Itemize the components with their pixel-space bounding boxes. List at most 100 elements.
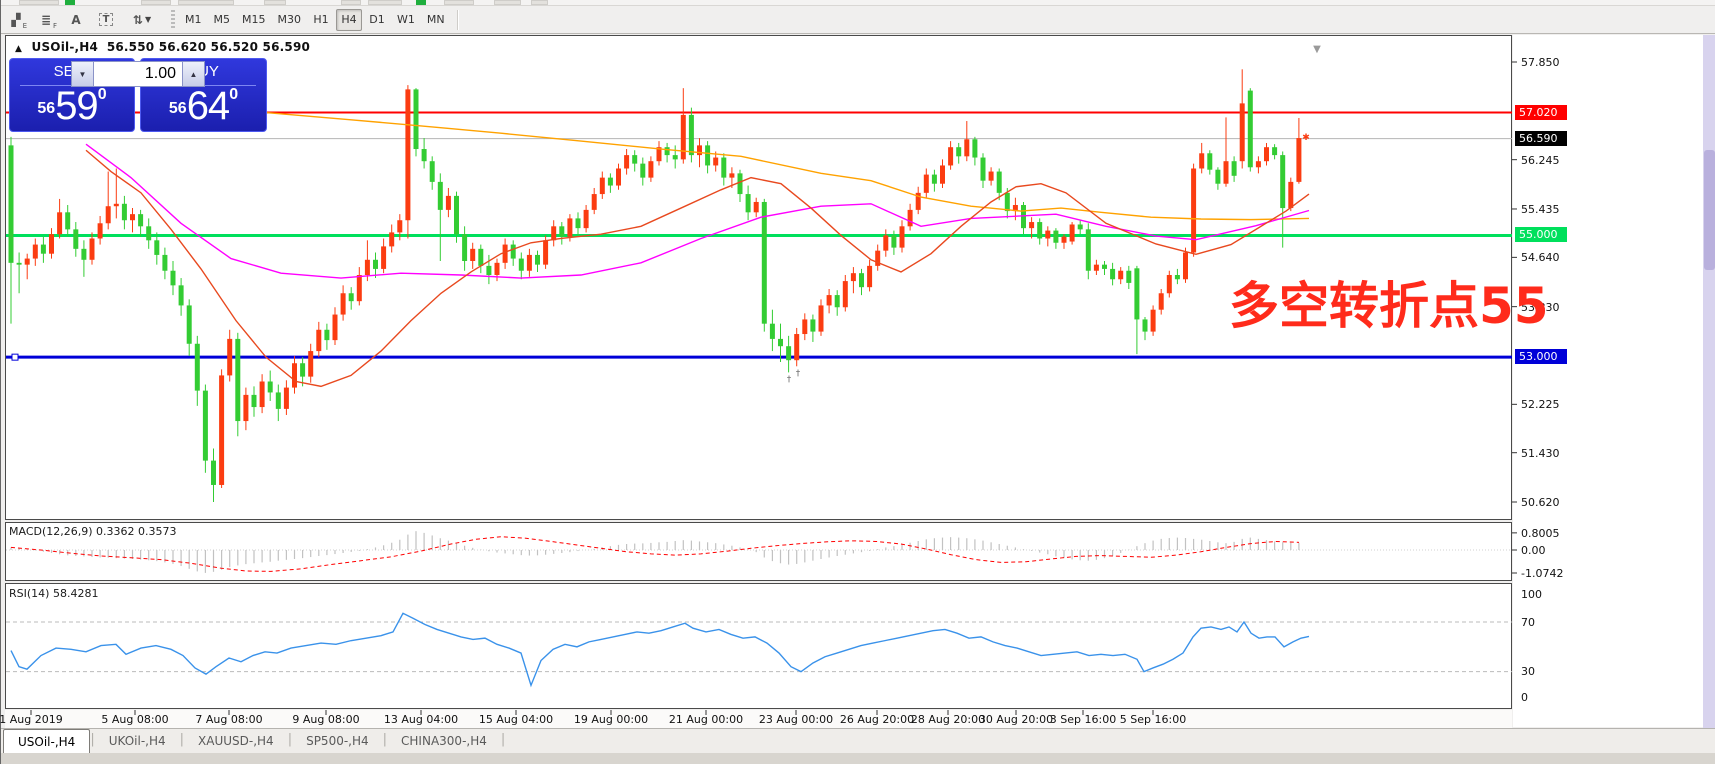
toolbar-sliver-green-icon: [65, 0, 75, 5]
rsi-panel[interactable]: [5, 583, 1512, 709]
scrollbar[interactable]: [1703, 35, 1715, 728]
rsi-label: RSI(14) 58.4281: [9, 587, 98, 600]
time-tick-label: 15 Aug 04:00: [479, 713, 553, 726]
volume-increase-button[interactable]: ▲: [182, 61, 205, 87]
toolbar-sliver-green-icon: [416, 0, 426, 5]
time-tick-label: 26 Aug 20:00: [840, 713, 914, 726]
axis-tick-label: 0: [1521, 691, 1528, 704]
axis-tick-label: -1.0742: [1521, 567, 1563, 580]
scrollbar-thumb[interactable]: [1704, 150, 1715, 270]
toolbar-sliver: [494, 0, 521, 5]
rsi-value: 58.4281: [53, 587, 99, 600]
toolbar-grip[interactable]: [171, 10, 175, 30]
axis-tick-label: 56.245: [1521, 154, 1560, 167]
axis-tick-label: 70: [1521, 616, 1535, 629]
timeframe-button-m15[interactable]: M15: [237, 9, 271, 31]
mt4-window: { "toolbar": { "timeframes": ["M1","M5",…: [0, 0, 1715, 764]
equidistant-channel-icon: ▞: [11, 13, 20, 27]
toolbar-sliver: [141, 0, 171, 5]
timeframe-button-w1[interactable]: W1: [392, 9, 420, 31]
one-click-trade-panel: SELL 56590 BUY 56640 ▼ ▲: [9, 58, 267, 132]
text-label-icon: T: [99, 13, 114, 26]
quote-open: 56.550: [107, 40, 155, 54]
axis-tick-label: 50.620: [1521, 496, 1560, 509]
price-badge: 53.000: [1515, 349, 1567, 364]
axis-tick-label: 57.850: [1521, 56, 1560, 69]
axis-tick-label: 55.435: [1521, 203, 1560, 216]
toolbar: ▞ E ≣ F A T ⇅ ▼ M1M5M15M30H1H4D1W1MN: [1, 6, 1715, 34]
equidistant-channel-tool-button[interactable]: ▞ E: [3, 9, 29, 31]
quote-low: 56.520: [211, 40, 259, 54]
macd-panel[interactable]: [5, 522, 1512, 581]
toolbar-separator: [457, 10, 459, 30]
axis-tick-label: 0.00: [1521, 544, 1546, 557]
time-tick-label: 5 Sep 16:00: [1120, 713, 1186, 726]
tab-usoil[interactable]: USOil-,H4: [3, 729, 90, 753]
time-tick-label: 28 Aug 20:00: [911, 713, 985, 726]
price-badge: 55.000: [1515, 227, 1567, 242]
volume-input[interactable]: [94, 61, 182, 87]
timeframe-button-h1[interactable]: H1: [308, 9, 334, 31]
toolbar-sliver: [341, 0, 361, 5]
time-tick-label: 30 Aug 20:00: [979, 713, 1053, 726]
chevron-down-icon: ▼: [79, 70, 87, 79]
time-tick-label: 9 Aug 08:00: [292, 713, 359, 726]
tab-china300[interactable]: CHINA300-,H4: [387, 729, 501, 753]
price-badge: 56.590: [1515, 131, 1567, 146]
axis-tick-label: 51.430: [1521, 447, 1560, 460]
tab-xauusd[interactable]: XAUUSD-,H4: [184, 729, 288, 753]
axis-tick-label: 54.640: [1521, 251, 1560, 264]
axis-tick-label: 100: [1521, 588, 1542, 601]
macd-main-value: 0.3362: [96, 525, 135, 538]
text-icon: A: [71, 13, 80, 27]
timeframe-button-m30[interactable]: M30: [273, 9, 307, 31]
axis-tick-label: 0.8005: [1521, 527, 1560, 540]
timeframe-button-d1[interactable]: D1: [364, 9, 390, 31]
arrange-tool-button[interactable]: ⇅ ▼: [123, 9, 161, 31]
symbol-name: USOil-,H4: [32, 40, 99, 54]
time-tick-label: 23 Aug 00:00: [759, 713, 833, 726]
quote-high: 56.620: [159, 40, 207, 54]
chart-annotation-text: 多空转折点55: [1229, 266, 1549, 338]
macd-signal-value: 0.3573: [138, 525, 177, 538]
time-tick-label: 7 Aug 08:00: [195, 713, 262, 726]
toolbar-sliver: [178, 0, 234, 5]
quote-header: ▲ USOil-,H4 56.550 56.620 56.520 56.590: [15, 40, 310, 54]
fibonacci-icon: ≣: [41, 13, 51, 27]
arrange-icon: ⇅: [133, 13, 143, 27]
fibonacci-tool-button[interactable]: ≣ F: [33, 9, 59, 31]
tab-ukoil[interactable]: UKOil-,H4: [95, 729, 180, 753]
time-tick-label: 3 Sep 16:00: [1050, 713, 1116, 726]
chevron-down-icon: ▼: [145, 15, 151, 24]
text-label-tool-button[interactable]: T: [93, 9, 119, 31]
macd-label: MACD(12,26,9) 0.3362 0.3573: [9, 525, 177, 538]
toolbar-sliver: [444, 0, 474, 5]
timeframe-button-mn[interactable]: MN: [422, 9, 450, 31]
timeframe-button-h4[interactable]: H4: [336, 9, 362, 31]
buy-price: 56640: [141, 84, 266, 129]
chevron-up-icon: ▲: [190, 70, 198, 79]
timeframe-group: M1M5M15M30H1H4D1W1MN: [179, 9, 451, 31]
time-tick-label: 21 Aug 00:00: [669, 713, 743, 726]
status-strip: [1, 753, 1715, 764]
time-tick-label: 5 Aug 08:00: [101, 713, 168, 726]
price-badge: 57.020: [1515, 105, 1567, 120]
chart-tabs-bar: USOil-,H4 | UKOil-,H4 | XAUUSD-,H4 | SP5…: [1, 728, 1715, 753]
timeframe-button-m1[interactable]: M1: [180, 9, 207, 31]
text-tool-button[interactable]: A: [63, 9, 89, 31]
axis-tick-label: 52.225: [1521, 398, 1560, 411]
sell-price: 56590: [10, 84, 134, 129]
quote-close: 56.590: [263, 40, 311, 54]
symbol-direction-icon: ▲: [15, 44, 22, 54]
toolbar-sliver: [531, 0, 548, 5]
tab-sp500[interactable]: SP500-,H4: [292, 729, 383, 753]
volume-stepper: ▼ ▲: [71, 61, 205, 87]
toolbar-sliver: [19, 0, 59, 5]
timeframe-button-m5[interactable]: M5: [209, 9, 236, 31]
volume-decrease-button[interactable]: ▼: [71, 61, 94, 87]
time-tick-label: 13 Aug 04:00: [384, 713, 458, 726]
toolbar-sliver: [368, 0, 402, 5]
toolbar-sliver: [264, 0, 286, 5]
time-tick-label: 1 Aug 2019: [0, 713, 63, 726]
axis-tick-label: 30: [1521, 665, 1535, 678]
